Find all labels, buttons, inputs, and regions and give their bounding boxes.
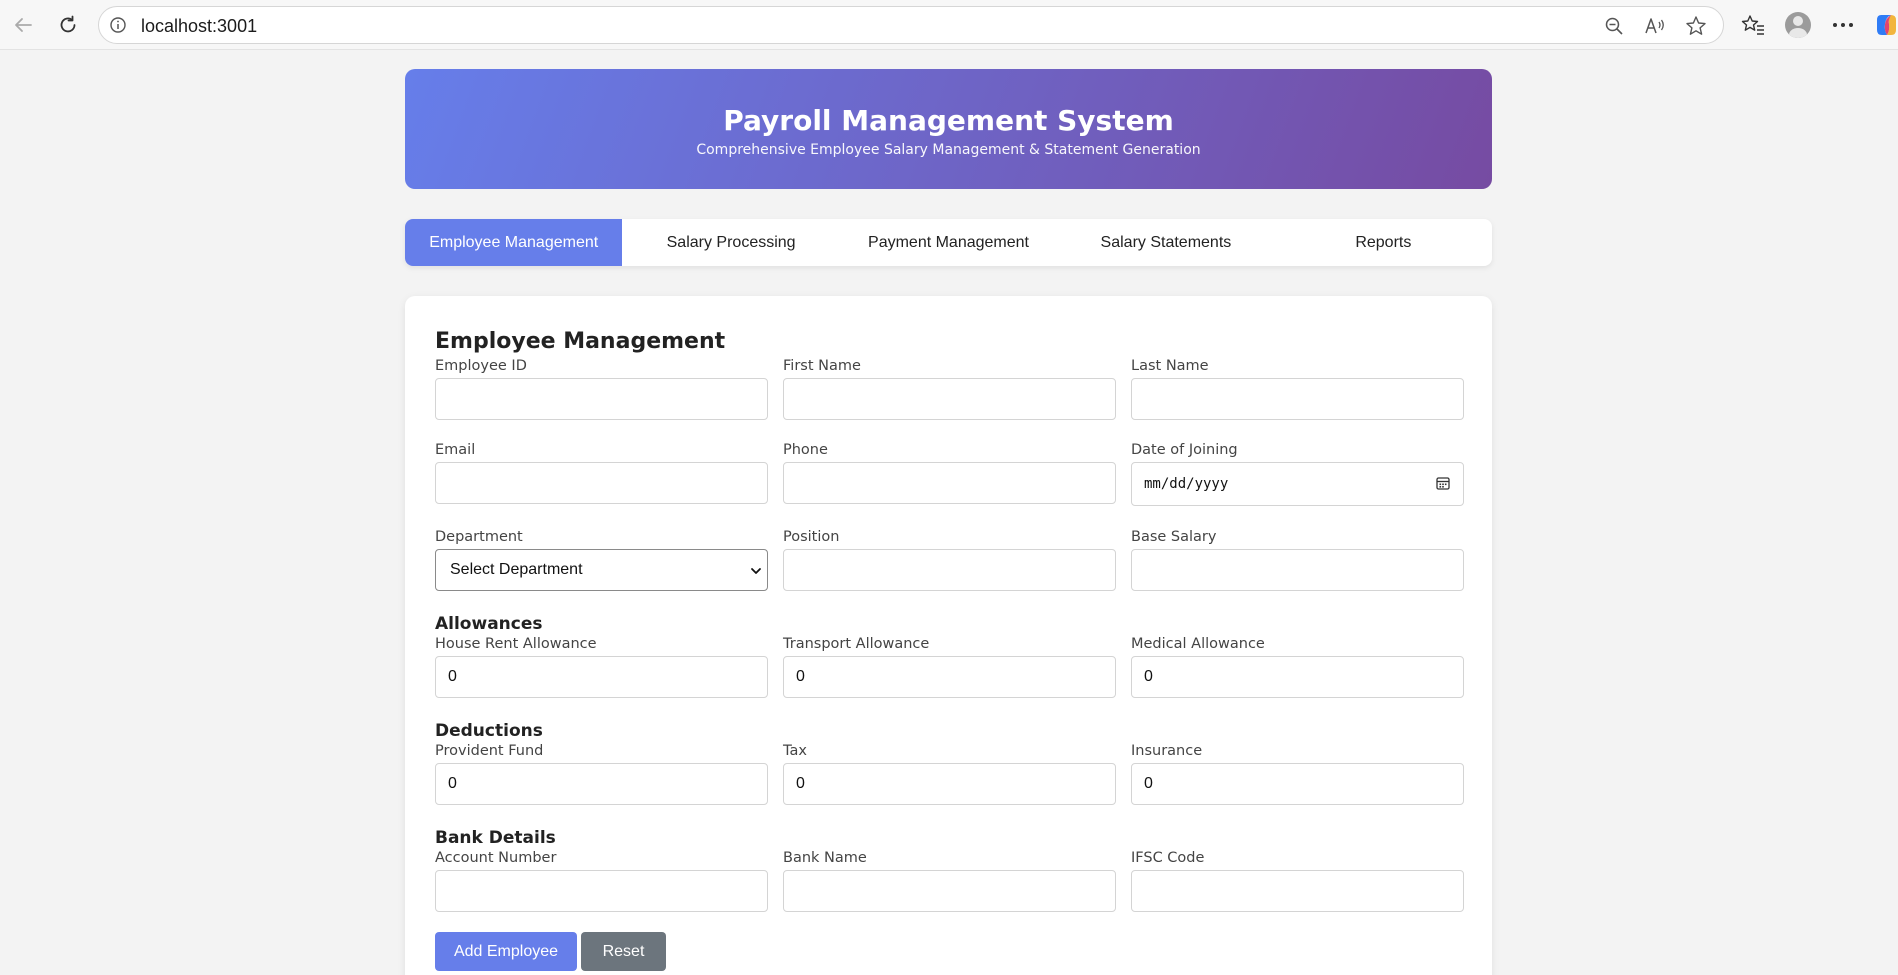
provident-fund-group: Provident Fund 0 <box>435 743 768 805</box>
address-bar[interactable]: localhost:3001 <box>98 6 1724 44</box>
hra-input[interactable]: 0 <box>435 656 768 698</box>
email-group: Email <box>435 442 768 504</box>
base-salary-group: Base Salary <box>1131 529 1464 591</box>
transport-allowance-label: Transport Allowance <box>783 636 930 652</box>
app-title: Payroll Management System <box>723 104 1174 137</box>
employee-id-group: Employee ID <box>435 358 768 420</box>
medical-allowance-group: Medical Allowance 0 <box>1131 636 1464 698</box>
favorite-star-icon[interactable] <box>1684 14 1708 38</box>
position-group: Position <box>783 529 1116 591</box>
first-name-label: First Name <box>783 358 861 374</box>
transport-allowance-input[interactable]: 0 <box>783 656 1116 698</box>
app-subtitle: Comprehensive Employee Salary Management… <box>696 142 1201 158</box>
position-label: Position <box>783 529 840 545</box>
deductions-heading: Deductions <box>435 721 543 741</box>
chevron-down-icon <box>749 564 763 583</box>
back-icon[interactable] <box>8 10 38 40</box>
date-placeholder: mm/dd/yyyy <box>1144 476 1229 492</box>
department-selected-value: Select Department <box>450 561 583 578</box>
phone-label: Phone <box>783 442 828 458</box>
tax-label: Tax <box>783 743 807 759</box>
refresh-icon[interactable] <box>53 10 83 40</box>
email-field[interactable] <box>435 462 768 504</box>
medical-allowance-label: Medical Allowance <box>1131 636 1265 652</box>
profile-avatar-icon[interactable] <box>1784 11 1812 39</box>
department-select[interactable]: Select Department <box>435 549 768 591</box>
tab-bar: Employee Management Salary Processing Pa… <box>405 219 1492 266</box>
url-text[interactable]: localhost:3001 <box>141 16 257 37</box>
insurance-group: Insurance 0 <box>1131 743 1464 805</box>
department-group: Department Select Department <box>435 529 768 591</box>
base-salary-label: Base Salary <box>1131 529 1217 545</box>
phone-group: Phone <box>783 442 1116 504</box>
last-name-input[interactable] <box>1131 378 1464 420</box>
ifsc-code-label: IFSC Code <box>1131 850 1205 866</box>
zoom-out-icon[interactable] <box>1602 14 1626 38</box>
ifsc-code-input[interactable] <box>1131 870 1464 912</box>
employee-form-card: Employee Management Employee ID First Na… <box>405 296 1492 975</box>
department-label: Department <box>435 529 523 545</box>
tax-input[interactable]: 0 <box>783 763 1116 805</box>
reset-button[interactable]: Reset <box>581 932 666 971</box>
employee-id-input[interactable] <box>435 378 768 420</box>
page-content: Payroll Management System Comprehensive … <box>0 50 1898 975</box>
date-of-joining-input[interactable]: mm/dd/yyyy <box>1131 462 1464 506</box>
add-employee-button[interactable]: Add Employee <box>435 932 577 971</box>
read-aloud-icon[interactable] <box>1643 14 1667 38</box>
email-label: Email <box>435 442 476 458</box>
tab-payment-management[interactable]: Payment Management <box>840 219 1057 266</box>
account-number-input[interactable] <box>435 870 768 912</box>
calendar-icon[interactable] <box>1435 475 1451 495</box>
allowances-heading: Allowances <box>435 614 543 634</box>
ifsc-code-group: IFSC Code <box>1131 850 1464 912</box>
bank-name-group: Bank Name <box>783 850 1116 912</box>
account-number-group: Account Number <box>435 850 768 912</box>
bank-name-label: Bank Name <box>783 850 867 866</box>
insurance-input[interactable]: 0 <box>1131 763 1464 805</box>
favorites-icon[interactable] <box>1739 11 1767 39</box>
provident-fund-input[interactable]: 0 <box>435 763 768 805</box>
transport-allowance-group: Transport Allowance 0 <box>783 636 1116 698</box>
bank-name-input[interactable] <box>783 870 1116 912</box>
app-header: Payroll Management System Comprehensive … <box>405 69 1492 189</box>
tax-group: Tax 0 <box>783 743 1116 805</box>
bank-details-heading: Bank Details <box>435 828 556 848</box>
hra-label: House Rent Allowance <box>435 636 597 652</box>
account-number-label: Account Number <box>435 850 557 866</box>
more-menu-icon[interactable] <box>1829 11 1857 39</box>
provident-fund-label: Provident Fund <box>435 743 544 759</box>
last-name-group: Last Name <box>1131 358 1464 420</box>
insurance-label: Insurance <box>1131 743 1203 759</box>
tab-reports[interactable]: Reports <box>1275 219 1492 266</box>
tab-salary-statements[interactable]: Salary Statements <box>1057 219 1274 266</box>
employee-id-label: Employee ID <box>435 358 527 374</box>
position-input[interactable] <box>783 549 1116 591</box>
site-info-icon[interactable] <box>109 16 127 39</box>
base-salary-input[interactable] <box>1131 549 1464 591</box>
hra-group: House Rent Allowance 0 <box>435 636 768 698</box>
browser-toolbar: localhost:3001 <box>0 0 1898 50</box>
form-title: Employee Management <box>435 329 726 354</box>
medical-allowance-input[interactable]: 0 <box>1131 656 1464 698</box>
first-name-input[interactable] <box>783 378 1116 420</box>
copilot-icon[interactable] <box>1872 11 1898 39</box>
date-of-joining-label: Date of Joining <box>1131 442 1238 458</box>
tab-employee-management[interactable]: Employee Management <box>405 219 623 266</box>
phone-field[interactable] <box>783 462 1116 504</box>
tab-salary-processing[interactable]: Salary Processing <box>622 219 839 266</box>
last-name-label: Last Name <box>1131 358 1209 374</box>
date-of-joining-group: Date of Joining mm/dd/yyyy <box>1131 442 1464 506</box>
first-name-group: First Name <box>783 358 1116 420</box>
